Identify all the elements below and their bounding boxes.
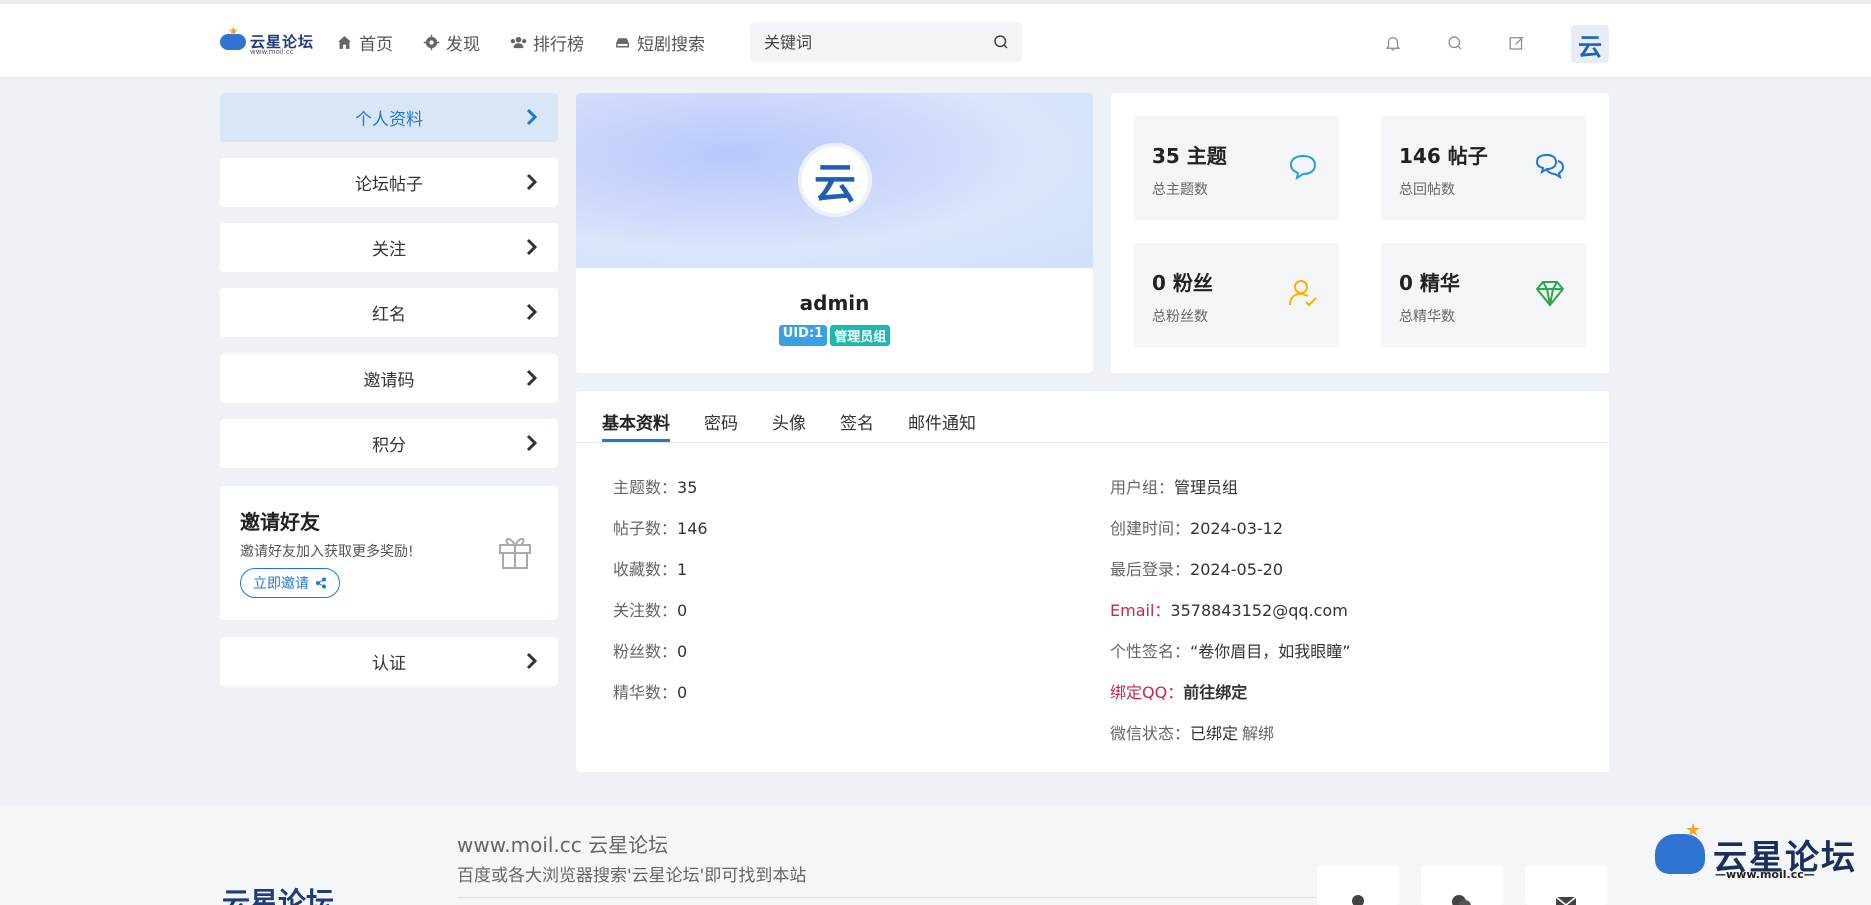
comments-icon <box>1535 153 1565 180</box>
header: ★ 云星论坛 www.moil.cc 首页 发现 排行榜 短剧搜索 云 <box>0 4 1871 78</box>
logo-sub: www.moil.cc <box>250 48 294 56</box>
info-featured: 精华数：0 <box>613 683 688 702</box>
header-actions <box>1384 34 1526 52</box>
uid-badge: UID:1 <box>778 325 828 346</box>
info-topics: 主题数：35 <box>613 478 698 497</box>
info-created: 创建时间：2024-03-12 <box>1110 519 1283 538</box>
star-icon: ★ <box>1685 820 1702 841</box>
stat-fans: 0 粉丝 总粉丝数 <box>1134 243 1339 347</box>
info-posts: 帖子数：146 <box>613 519 708 538</box>
footer-divider <box>457 897 1317 898</box>
chevron-right-icon <box>526 434 538 452</box>
footer-wechat-button[interactable] <box>1421 865 1503 905</box>
chevron-right-icon <box>526 303 538 321</box>
tab-avatar[interactable]: 头像 <box>772 391 806 442</box>
footer-logo: 云星论坛 <box>222 886 335 905</box>
tab-email-notify[interactable]: 邮件通知 <box>908 391 976 442</box>
profile-name: admin <box>799 291 870 315</box>
footer: www.moil.cc 云星论坛 百度或各大浏览器搜索'云星论坛'即可找到本站 … <box>0 805 1871 905</box>
wechat-icon <box>1452 895 1471 905</box>
invite-desc: 邀请好友加入获取更多奖励! <box>240 544 414 560</box>
bell-icon[interactable] <box>1384 34 1402 52</box>
footer-title: www.moil.cc 云星论坛 <box>457 833 669 857</box>
info-favorites: 收藏数：1 <box>613 560 688 579</box>
stat-posts: 146 帖子 总回帖数 <box>1381 116 1586 220</box>
search-icon[interactable] <box>992 33 1010 51</box>
chevron-right-icon <box>526 652 538 670</box>
watermark-logo: ★ 云星论坛 —www.moil.cc— <box>1655 820 1860 882</box>
site-logo[interactable]: ★ 云星论坛 www.moil.cc <box>220 24 314 56</box>
info-email: Email：3578843152@qq.com <box>1110 601 1348 620</box>
tab-basic-info[interactable]: 基本资料 <box>602 391 670 442</box>
bind-qq-link[interactable]: 前往绑定 <box>1183 683 1247 702</box>
nav-ranking[interactable]: 排行榜 <box>510 30 584 55</box>
edit-icon[interactable] <box>1508 34 1526 52</box>
profile-badges: UID:1 管理员组 <box>576 325 1093 346</box>
search-icon[interactable] <box>1446 34 1464 52</box>
group-badge: 管理员组 <box>830 325 891 346</box>
search-input[interactable] <box>764 32 984 52</box>
chevron-right-icon <box>526 369 538 387</box>
info-bind-qq: 绑定QQ：前往绑定 <box>1110 683 1248 702</box>
nav-drama-search[interactable]: 短剧搜索 <box>614 30 705 55</box>
profile-banner: 云 <box>576 93 1093 268</box>
sidebar-item-points[interactable]: 积分 <box>220 419 558 468</box>
gift-icon <box>499 538 531 569</box>
invite-title: 邀请好友 <box>240 510 320 534</box>
gear-icon <box>423 34 440 51</box>
footer-mail-button[interactable] <box>1525 865 1607 905</box>
sidebar-item-red-name[interactable]: 红名 <box>220 288 558 337</box>
user-icon <box>1352 895 1364 905</box>
info-last-login: 最后登录：2024-05-20 <box>1110 560 1283 579</box>
info-signature: 个性签名：“卷你眉目，如我眼瞳” <box>1110 642 1351 661</box>
info-group: 用户组：管理员组 <box>1110 478 1239 497</box>
sidebar-item-posts[interactable]: 论坛帖子 <box>220 158 558 207</box>
tab-password[interactable]: 密码 <box>704 391 738 442</box>
info-fans: 粉丝数：0 <box>613 642 688 661</box>
mail-icon <box>1555 896 1577 905</box>
stat-topics: 35 主题 总主题数 <box>1134 116 1339 220</box>
profile-card: 云 admin UID:1 管理员组 <box>576 93 1093 373</box>
home-icon <box>338 36 351 49</box>
profile-info-card: 基本资料 密码 头像 签名 邮件通知 主题数：35 帖子数：146 收藏数：1 … <box>576 391 1609 772</box>
chevron-right-icon <box>526 173 538 191</box>
user-avatar[interactable]: 云 <box>1571 25 1609 63</box>
tabs-divider <box>576 442 1609 443</box>
share-icon <box>316 577 326 589</box>
drive-icon <box>616 38 629 48</box>
footer-subtitle: 百度或各大浏览器搜索'云星论坛'即可找到本站 <box>457 866 807 886</box>
nav-home[interactable]: 首页 <box>336 30 393 55</box>
logo-cloud-icon: ★ <box>220 24 246 52</box>
search-box <box>750 22 1022 62</box>
invite-card: 邀请好友 邀请好友加入获取更多奖励! 立即邀请 <box>220 486 558 620</box>
nav-discover[interactable]: 发现 <box>423 30 480 55</box>
sidebar-item-profile[interactable]: 个人资料 <box>220 93 558 142</box>
main-nav: 首页 发现 排行榜 短剧搜索 <box>336 30 705 55</box>
unbind-link[interactable]: 解绑 <box>1242 724 1274 743</box>
chevron-right-icon <box>526 108 538 126</box>
users-icon <box>510 36 527 49</box>
sidebar-item-follow[interactable]: 关注 <box>220 223 558 272</box>
footer-contact-button[interactable] <box>1317 865 1399 905</box>
tab-signature[interactable]: 签名 <box>840 391 874 442</box>
comment-icon <box>1289 154 1317 181</box>
sidebar-item-verify[interactable]: 认证 <box>220 637 558 686</box>
chevron-right-icon <box>526 238 538 256</box>
stats-card: 35 主题 总主题数 146 帖子 总回帖数 0 粉丝 总粉丝数 0 精华 总精… <box>1111 93 1609 373</box>
info-following: 关注数：0 <box>613 601 688 620</box>
stat-featured: 0 精华 总精华数 <box>1381 243 1586 347</box>
profile-avatar[interactable]: 云 <box>798 143 872 217</box>
diamond-icon <box>1535 281 1565 307</box>
sidebar-item-invite-code[interactable]: 邀请码 <box>220 354 558 403</box>
user-check-icon <box>1289 280 1317 307</box>
info-wechat: 微信状态：已绑定 解绑 <box>1110 724 1275 743</box>
invite-button[interactable]: 立即邀请 <box>240 568 340 598</box>
profile-tabs: 基本资料 密码 头像 签名 邮件通知 <box>602 391 976 442</box>
